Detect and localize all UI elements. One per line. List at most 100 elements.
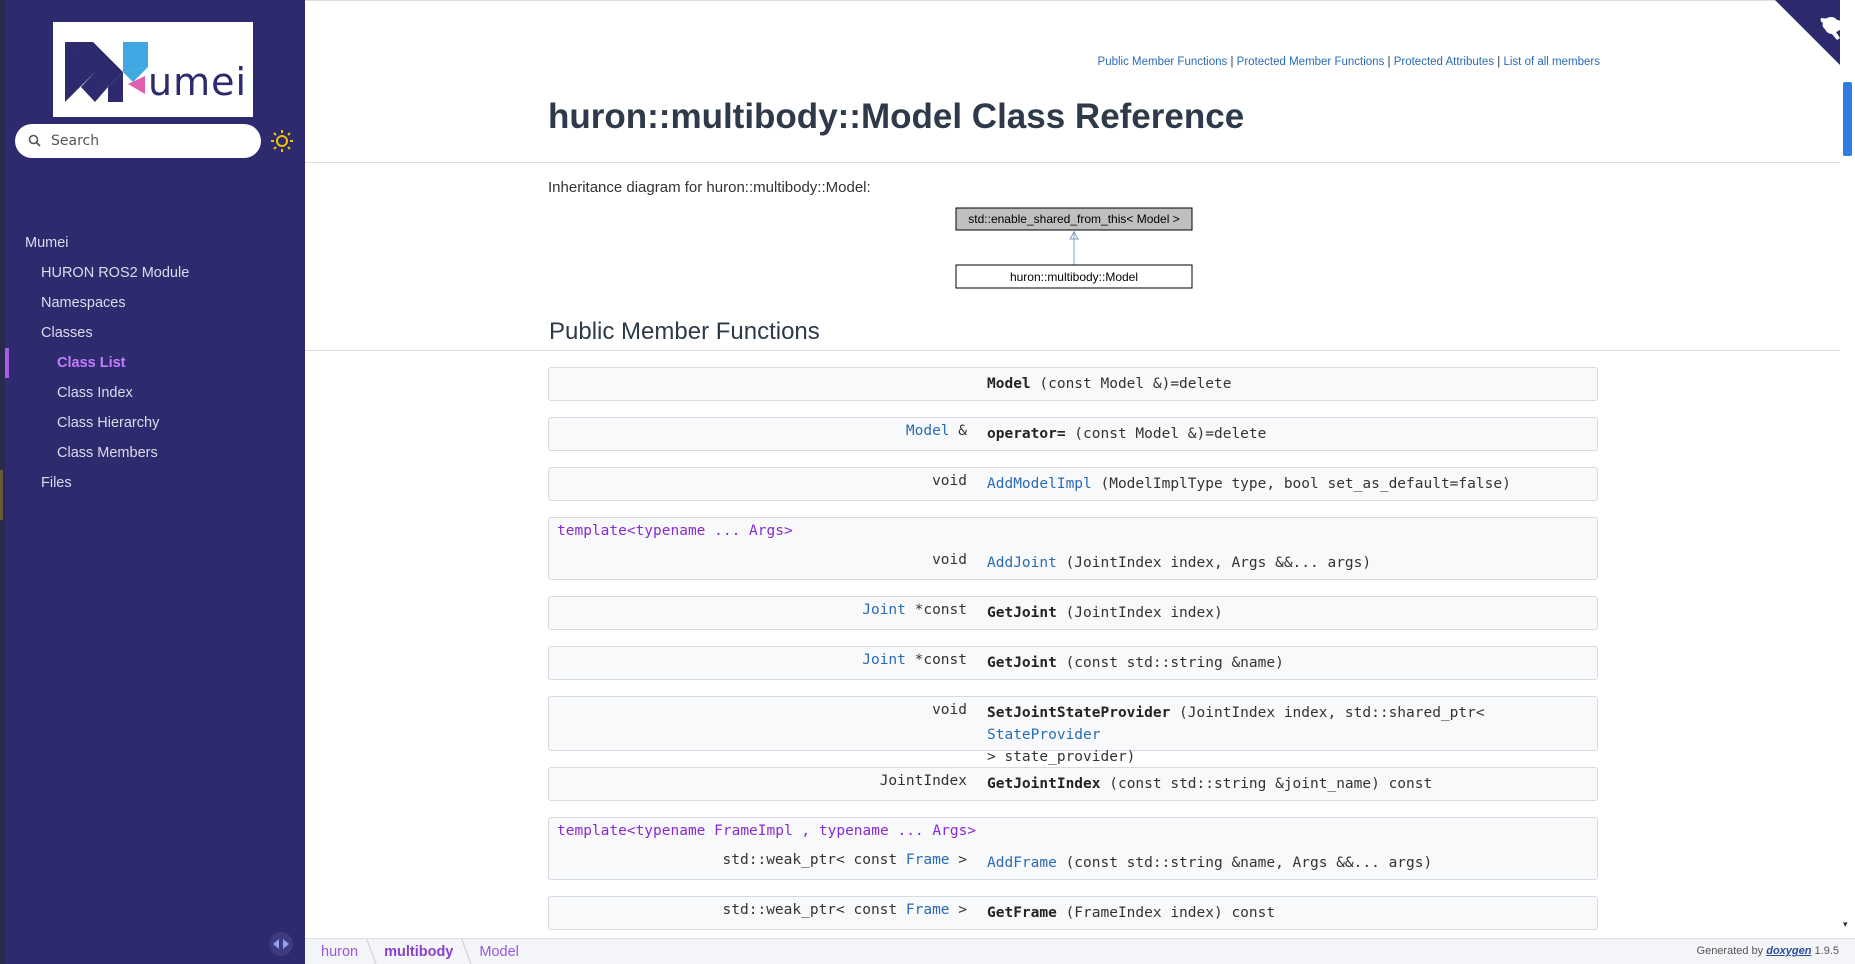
nav-item-class-members[interactable]: Class Members: [5, 438, 158, 468]
nav-item-files[interactable]: Files: [5, 468, 72, 498]
member-name[interactable]: operator=: [987, 426, 1066, 442]
member-args: (const std::string &joint_name) const: [1100, 776, 1433, 792]
sidebar: umei Mumei HURON ROS2 Module Namespaces …: [5, 0, 305, 964]
type-link[interactable]: StateProvider: [987, 727, 1101, 743]
window-edge-marker: [0, 470, 3, 520]
member-signature: Model (const Model &)=delete: [987, 373, 1587, 395]
link-separator: |: [1384, 56, 1394, 68]
member-name[interactable]: GetJoint: [987, 655, 1057, 671]
scrollbar-thumb[interactable]: [1843, 82, 1852, 156]
member-signature: GetJoint (JointIndex index): [987, 602, 1587, 624]
page-title: huron::multibody::Model Class Reference: [548, 97, 1245, 136]
nav-item-class-hierarchy[interactable]: Class Hierarchy: [5, 408, 159, 438]
diagram-base-class[interactable]: std::enable_shared_from_this< Model >: [968, 212, 1179, 226]
type-prefix: std::weak_ptr< const: [722, 852, 906, 868]
link-public-member-functions[interactable]: Public Member Functions: [1098, 56, 1228, 68]
member-row: Model (const Model &)=delete: [548, 367, 1598, 401]
breadcrumb-item-model[interactable]: Model: [479, 939, 533, 964]
member-name[interactable]: GetFrame: [987, 905, 1057, 921]
link-protected-attributes[interactable]: Protected Attributes: [1394, 56, 1494, 68]
member-args: > state_provider): [987, 749, 1136, 765]
logo-wordmark: umei: [148, 60, 248, 104]
search-input[interactable]: [51, 133, 241, 149]
nav-item-class-index[interactable]: Class Index: [5, 378, 133, 408]
member-row: void AddModelImpl (ModelImplType type, b…: [548, 467, 1598, 501]
member-args: (JointIndex index, std::shared_ptr<: [1170, 705, 1494, 721]
type-prefix: std::weak_ptr< const: [722, 902, 906, 918]
member-name[interactable]: GetJointIndex: [987, 776, 1101, 792]
member-args: (JointIndex index, Args &&... args): [1056, 555, 1372, 571]
member-row: template<typename ... Args> void AddJoin…: [548, 517, 1598, 580]
breadcrumb: huron multibody Model: [321, 939, 545, 964]
search-box[interactable]: [15, 124, 261, 158]
member-signature: operator= (const Model &)=delete: [987, 423, 1587, 445]
project-logo[interactable]: umei: [53, 22, 253, 117]
member-return-type: std::weak_ptr< const Frame >: [723, 852, 967, 868]
member-args: (const std::string &name): [1056, 655, 1284, 671]
member-signature: GetJointIndex (const std::string &joint_…: [987, 773, 1587, 795]
nav-item-namespaces[interactable]: Namespaces: [5, 288, 126, 318]
type-link[interactable]: Joint: [862, 602, 906, 618]
sync-toggle-button[interactable]: [269, 932, 293, 956]
member-name[interactable]: AddJoint: [987, 555, 1057, 571]
member-row: std::weak_ptr< const Frame > GetFrame (F…: [548, 896, 1598, 930]
sun-icon[interactable]: [270, 129, 294, 153]
nav-item-class-list[interactable]: Class List: [5, 348, 305, 378]
member-return-type: void: [932, 702, 967, 718]
doxygen-link[interactable]: doxygen: [1766, 945, 1811, 957]
member-signature: GetFrame (FrameIndex index) const: [987, 902, 1587, 924]
member-name[interactable]: AddFrame: [987, 855, 1057, 871]
vertical-scrollbar[interactable]: ▾: [1840, 0, 1855, 938]
template-declaration: template<typename FrameImpl , typename .…: [557, 823, 977, 839]
member-signature: AddModelImpl (ModelImplType type, bool s…: [987, 473, 1587, 495]
member-row: JointIndex GetJointIndex (const std::str…: [548, 767, 1598, 801]
member-row: Model & operator= (const Model &)=delete: [548, 417, 1598, 451]
footer-navpath: huron multibody Model Generated by doxyg…: [305, 938, 1855, 964]
member-return-type: JointIndex: [879, 773, 967, 789]
member-args: (ModelImplType type, bool set_as_default…: [1091, 476, 1511, 492]
member-return-type: std::weak_ptr< const Frame >: [723, 902, 967, 918]
type-link[interactable]: Frame: [906, 902, 950, 918]
inheritance-label: Inheritance diagram for huron::multibody…: [548, 179, 871, 196]
diagram-derived-class: huron::multibody::Model: [1010, 270, 1138, 284]
member-name[interactable]: GetJoint: [987, 605, 1057, 621]
member-row: void SetJointStateProvider (JointIndex i…: [548, 696, 1598, 765]
type-link[interactable]: Joint: [862, 652, 906, 668]
type-suffix: >: [949, 902, 967, 918]
link-list-of-all-members[interactable]: List of all members: [1503, 56, 1600, 68]
member-name: Model: [987, 376, 1031, 392]
link-protected-member-functions[interactable]: Protected Member Functions: [1237, 56, 1385, 68]
search-icon: [28, 134, 41, 147]
member-row: Joint *const GetJoint (JointIndex index): [548, 596, 1598, 630]
member-return-type: void: [932, 473, 967, 489]
member-return-type: Joint *const: [862, 652, 967, 668]
breadcrumb-item-multibody[interactable]: multibody: [384, 939, 467, 964]
member-args: (const std::string &name, Args &&... arg…: [1056, 855, 1433, 871]
link-separator: |: [1227, 56, 1237, 68]
breadcrumb-item-huron[interactable]: huron: [321, 939, 372, 964]
member-args: (FrameIndex index) const: [1056, 905, 1276, 921]
member-signature: AddJoint (JointIndex index, Args &&... a…: [987, 552, 1587, 574]
member-return-type: void: [932, 552, 967, 568]
member-return-type: Joint *const: [862, 602, 967, 618]
nav-item-classes[interactable]: Classes: [5, 318, 93, 348]
member-signature: GetJoint (const std::string &name): [987, 652, 1587, 674]
member-args: (const Model &)=delete: [1065, 426, 1267, 442]
sync-arrows-icon: [273, 939, 289, 949]
type-link[interactable]: Model: [906, 423, 950, 439]
doxygen-version: 1.9.5: [1814, 945, 1839, 957]
member-args: (const Model &)=delete: [1030, 376, 1232, 392]
scroll-down-arrow-icon[interactable]: ▾: [1843, 920, 1848, 930]
nav-item-mumei[interactable]: Mumei: [5, 228, 69, 258]
template-declaration: template<typename ... Args>: [557, 523, 793, 539]
member-args: (JointIndex index): [1056, 605, 1223, 621]
section-divider: [305, 350, 1840, 351]
inheritance-diagram[interactable]: std::enable_shared_from_this< Model > hu…: [955, 207, 1195, 289]
nav-item-huron-ros2-module[interactable]: HURON ROS2 Module: [5, 258, 189, 288]
member-name[interactable]: AddModelImpl: [987, 476, 1092, 492]
member-name[interactable]: SetJointStateProvider: [987, 705, 1170, 721]
title-divider: [305, 162, 1840, 163]
generated-by-label: Generated by: [1696, 945, 1764, 957]
generated-by: Generated by doxygen 1.9.5: [1697, 945, 1839, 957]
type-link[interactable]: Frame: [906, 852, 950, 868]
